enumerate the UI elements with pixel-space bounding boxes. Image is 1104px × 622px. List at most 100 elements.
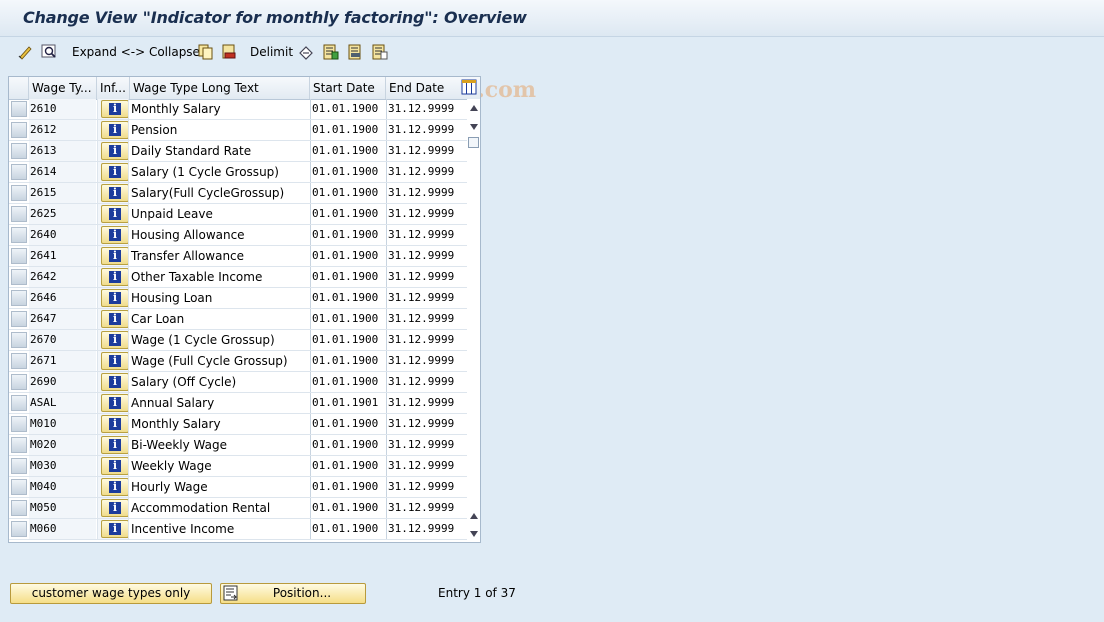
table-row[interactable]: 2610 i Monthly Salary 01.01.1900 31.12.9999: [9, 99, 467, 120]
select-all-button[interactable]: [323, 43, 339, 61]
undo-button[interactable]: [298, 43, 314, 61]
row-selector[interactable]: [11, 500, 27, 516]
info-button[interactable]: i: [101, 268, 128, 286]
info-button[interactable]: i: [101, 520, 128, 538]
row-selector[interactable]: [11, 248, 27, 264]
scroll-up-page-arrow[interactable]: [470, 513, 478, 519]
row-selector[interactable]: [11, 458, 27, 474]
scroll-up-arrow[interactable]: [470, 105, 478, 111]
info-button[interactable]: i: [101, 415, 128, 433]
info-button[interactable]: i: [101, 310, 128, 328]
table-row[interactable]: M060 i Incentive Income 01.01.1900 31.12.999…: [9, 519, 467, 540]
row-selector[interactable]: [11, 395, 27, 411]
info-icon: i: [109, 313, 121, 325]
delimit-button[interactable]: Delimit: [250, 43, 293, 61]
end-date: 31.12.9999: [386, 204, 467, 224]
info-button[interactable]: i: [101, 499, 128, 517]
info-icon: i: [109, 355, 121, 367]
table-row[interactable]: 2614 i Salary (1 Cycle Grossup) 01.01.1900 3…: [9, 162, 467, 183]
table-row[interactable]: M020 i Bi-Weekly Wage 01.01.1900 31.12.9999: [9, 435, 467, 456]
info-icon: i: [109, 271, 121, 283]
deselect-all-button[interactable]: [372, 43, 388, 61]
row-selector[interactable]: [11, 143, 27, 159]
position-button[interactable]: Position...: [220, 583, 366, 604]
table-row[interactable]: M040 i Hourly Wage 01.01.1900 31.12.9999: [9, 477, 467, 498]
info-cell: i: [97, 141, 129, 161]
scroll-down-arrow[interactable]: [470, 531, 478, 537]
row-selector[interactable]: [11, 521, 27, 537]
row-selector[interactable]: [11, 269, 27, 285]
table-row[interactable]: 2647 i Car Loan 01.01.1900 31.12.9999: [9, 309, 467, 330]
table-row[interactable]: M050 i Accommodation Rental 01.01.1900 31.12…: [9, 498, 467, 519]
info-button[interactable]: i: [101, 436, 128, 454]
table-row[interactable]: 2646 i Housing Loan 01.01.1900 31.12.9999: [9, 288, 467, 309]
copy-button[interactable]: [198, 43, 214, 61]
info-button[interactable]: i: [101, 394, 128, 412]
info-cell: i: [97, 204, 129, 224]
table-row[interactable]: 2612 i Pension 01.01.1900 31.12.9999: [9, 120, 467, 141]
expand-collapse-button[interactable]: Expand <-> Collapse: [72, 43, 200, 61]
row-selector[interactable]: [11, 332, 27, 348]
table-row[interactable]: 2690 i Salary (Off Cycle) 01.01.1900 31.12.9…: [9, 372, 467, 393]
row-selector[interactable]: [11, 290, 27, 306]
row-selector[interactable]: [11, 122, 27, 138]
end-date: 31.12.9999: [386, 267, 467, 287]
vertical-scrollbar[interactable]: [467, 99, 480, 542]
row-selector[interactable]: [11, 101, 27, 117]
row-selector[interactable]: [11, 311, 27, 327]
table-row[interactable]: 2670 i Wage (1 Cycle Grossup) 01.01.1900 31.…: [9, 330, 467, 351]
info-button[interactable]: i: [101, 289, 128, 307]
info-button[interactable]: i: [101, 352, 128, 370]
table-row[interactable]: M030 i Weekly Wage 01.01.1900 31.12.9999: [9, 456, 467, 477]
table-row[interactable]: 2625 i Unpaid Leave 01.01.1900 31.12.9999: [9, 204, 467, 225]
column-header-info[interactable]: Inf...: [97, 77, 130, 99]
info-button[interactable]: i: [101, 142, 128, 160]
table-row[interactable]: 2642 i Other Taxable Income 01.01.1900 31.12…: [9, 267, 467, 288]
info-button[interactable]: i: [101, 247, 128, 265]
column-header-end-date[interactable]: End Date: [386, 77, 461, 99]
select-all-rows[interactable]: [9, 77, 29, 99]
column-header-long-text[interactable]: Wage Type Long Text: [130, 77, 310, 99]
view-details-button[interactable]: [41, 43, 57, 61]
delete-button[interactable]: [221, 43, 237, 61]
row-selector[interactable]: [11, 374, 27, 390]
table-row[interactable]: 2615 i Salary(Full CycleGrossup) 01.01.1900…: [9, 183, 467, 204]
table-row[interactable]: ASAL i Annual Salary 01.01.1901 31.12.9999: [9, 393, 467, 414]
table-row[interactable]: 2613 i Daily Standard Rate 01.01.1900 31.12.…: [9, 141, 467, 162]
row-selector[interactable]: [11, 416, 27, 432]
info-button[interactable]: i: [101, 226, 128, 244]
end-date: 31.12.9999: [386, 246, 467, 266]
info-button[interactable]: i: [101, 457, 128, 475]
row-selector[interactable]: [11, 227, 27, 243]
wage-type-code: 2646: [29, 288, 96, 308]
column-header-wage-type[interactable]: Wage Ty...: [29, 77, 97, 99]
table-row[interactable]: M010 i Monthly Salary 01.01.1900 31.12.9999: [9, 414, 467, 435]
info-icon: i: [109, 376, 121, 388]
row-selector[interactable]: [11, 479, 27, 495]
info-button[interactable]: i: [101, 121, 128, 139]
table-row[interactable]: 2640 i Housing Allowance 01.01.1900 31.12.99…: [9, 225, 467, 246]
info-button[interactable]: i: [101, 100, 128, 118]
row-selector[interactable]: [11, 353, 27, 369]
table-row[interactable]: 2641 i Transfer Allowance 01.01.1900 31.12.9…: [9, 246, 467, 267]
row-selector[interactable]: [11, 185, 27, 201]
scroll-thumb[interactable]: [468, 137, 479, 148]
select-block-button[interactable]: [348, 43, 364, 61]
row-selector[interactable]: [11, 206, 27, 222]
wage-type-code: M050: [29, 498, 96, 518]
start-date: 01.01.1900: [310, 414, 386, 434]
info-button[interactable]: i: [101, 478, 128, 496]
customer-wage-types-button[interactable]: customer wage types only: [10, 583, 212, 604]
info-button[interactable]: i: [101, 205, 128, 223]
info-button[interactable]: i: [101, 184, 128, 202]
row-selector[interactable]: [11, 164, 27, 180]
info-button[interactable]: i: [101, 163, 128, 181]
table-row[interactable]: 2671 i Wage (Full Cycle Grossup) 01.01.1900…: [9, 351, 467, 372]
display-change-button[interactable]: [18, 43, 34, 61]
info-button[interactable]: i: [101, 373, 128, 391]
row-selector[interactable]: [11, 437, 27, 453]
scroll-down-page-arrow[interactable]: [470, 124, 478, 130]
info-button[interactable]: i: [101, 331, 128, 349]
column-header-start-date[interactable]: Start Date: [310, 77, 386, 99]
table-settings-icon[interactable]: [461, 79, 477, 95]
